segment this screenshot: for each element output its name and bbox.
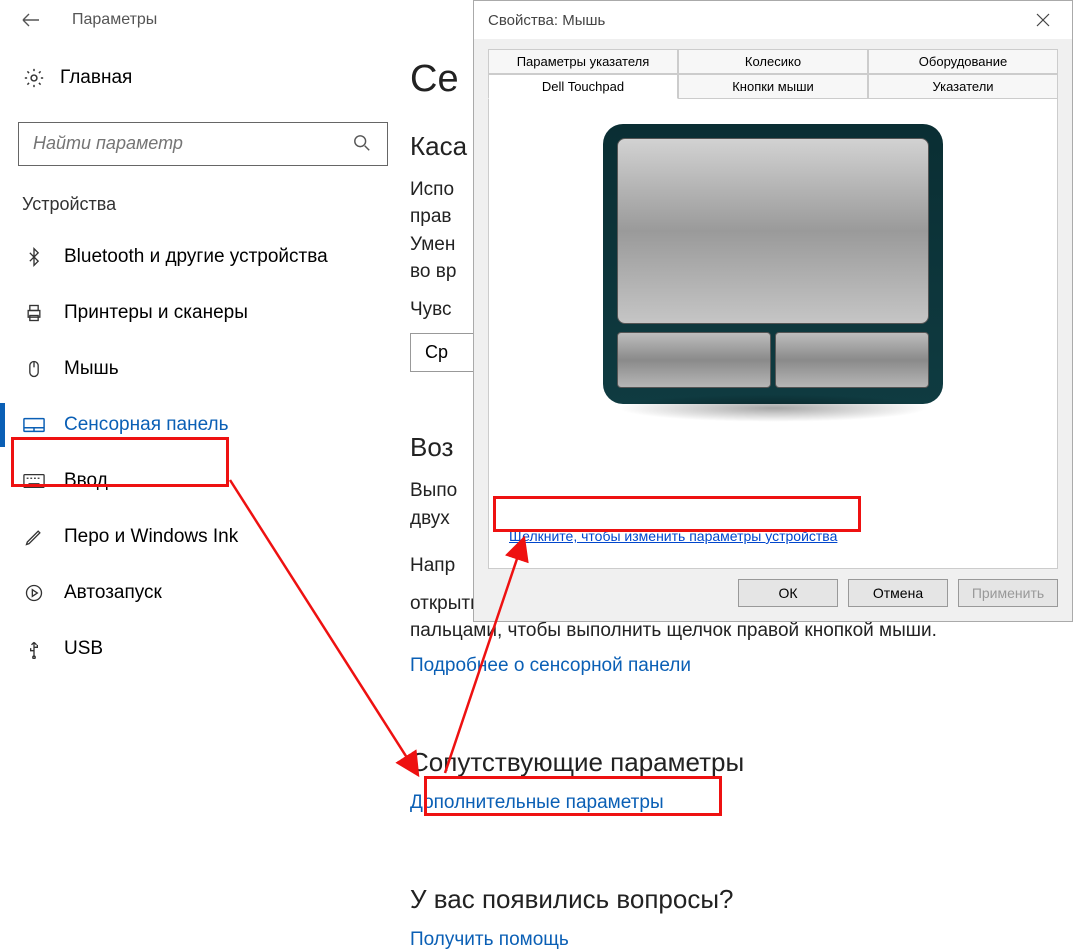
printer-icon — [22, 301, 46, 325]
header-title: Параметры — [72, 11, 157, 29]
tab-pointers[interactable]: Указатели — [868, 74, 1058, 99]
ok-button[interactable]: ОК — [738, 579, 838, 607]
sidebar-item-touchpad[interactable]: Сенсорная панель — [0, 397, 410, 453]
sidebar-item-label: Ввод — [64, 470, 108, 492]
sidebar-item-usb[interactable]: USB — [0, 621, 410, 677]
touchpad-icon — [22, 413, 46, 437]
change-device-settings-link[interactable]: Щелкните, чтобы изменить параметры устро… — [509, 528, 837, 544]
tab-hardware[interactable]: Оборудование — [868, 49, 1058, 74]
search-box[interactable] — [18, 122, 388, 166]
dialog-title: Свойства: Мышь — [488, 12, 605, 29]
sidebar-item-label: Мышь — [64, 358, 119, 380]
tab-dell-touchpad[interactable]: Dell Touchpad — [488, 74, 678, 99]
gear-icon — [22, 66, 46, 90]
additional-settings-link[interactable]: Дополнительные параметры — [410, 792, 1080, 814]
sidebar-item-mouse[interactable]: Мышь — [0, 341, 410, 397]
cancel-button[interactable]: Отмена — [848, 579, 948, 607]
sidebar-item-label: Автозапуск — [64, 582, 162, 604]
sidebar-item-autoplay[interactable]: Автозапуск — [0, 565, 410, 621]
touchpad-graphic — [603, 124, 943, 404]
touchpad-buttons-icon — [617, 332, 929, 388]
home-label: Главная — [60, 67, 132, 89]
search-icon — [353, 134, 373, 154]
bluetooth-icon — [22, 245, 46, 269]
sidebar-item-label: Сенсорная панель — [64, 414, 229, 436]
dialog-button-row: ОК Отмена Применить — [488, 569, 1058, 607]
sidebar-item-keyboard[interactable]: Ввод — [0, 453, 410, 509]
tab-wheel[interactable]: Колесико — [678, 49, 868, 74]
dialog-titlebar: Свойства: Мышь — [474, 1, 1072, 39]
mouse-properties-dialog: Свойства: Мышь Параметры указателя Колес… — [473, 0, 1073, 622]
sidebar-item-bluetooth[interactable]: Bluetooth и другие устройства — [0, 229, 410, 285]
sidebar-item-label: Перо и Windows Ink — [64, 526, 238, 548]
sidebar-item-label: Bluetooth и другие устройства — [64, 246, 328, 268]
mouse-icon — [22, 357, 46, 381]
sidebar-item-label: Принтеры и сканеры — [64, 302, 248, 324]
usb-icon — [22, 637, 46, 661]
tab-strip: Параметры указателя Колесико Оборудовани… — [488, 49, 1058, 99]
tab-panel: Щелкните, чтобы изменить параметры устро… — [488, 99, 1058, 569]
keyboard-icon — [22, 469, 46, 493]
section-heading: У вас появились вопросы? — [410, 884, 1080, 915]
sidebar-item-pen[interactable]: Перо и Windows Ink — [0, 509, 410, 565]
get-help-link[interactable]: Получить помощь — [410, 929, 1080, 951]
search-input[interactable] — [33, 133, 313, 154]
close-button[interactable] — [1018, 5, 1068, 35]
autoplay-icon — [22, 581, 46, 605]
pen-icon — [22, 525, 46, 549]
apply-button[interactable]: Применить — [958, 579, 1058, 607]
sidebar-item-label: USB — [64, 638, 103, 660]
group-title: Устройства — [0, 190, 410, 229]
section-heading: Сопутствующие параметры — [410, 747, 1080, 778]
tab-pointer-options[interactable]: Параметры указателя — [488, 49, 678, 74]
sidebar-home[interactable]: Главная — [0, 58, 410, 98]
touchpad-surface-icon — [617, 138, 929, 324]
sidebar: Главная Устройства Bluetooth и другие ус… — [0, 40, 410, 951]
sidebar-item-printer[interactable]: Принтеры и сканеры — [0, 285, 410, 341]
tab-mouse-buttons[interactable]: Кнопки мыши — [678, 74, 868, 99]
learn-more-link[interactable]: Подробнее о сенсорной панели — [410, 655, 1080, 677]
back-arrow-icon[interactable] — [22, 11, 40, 29]
